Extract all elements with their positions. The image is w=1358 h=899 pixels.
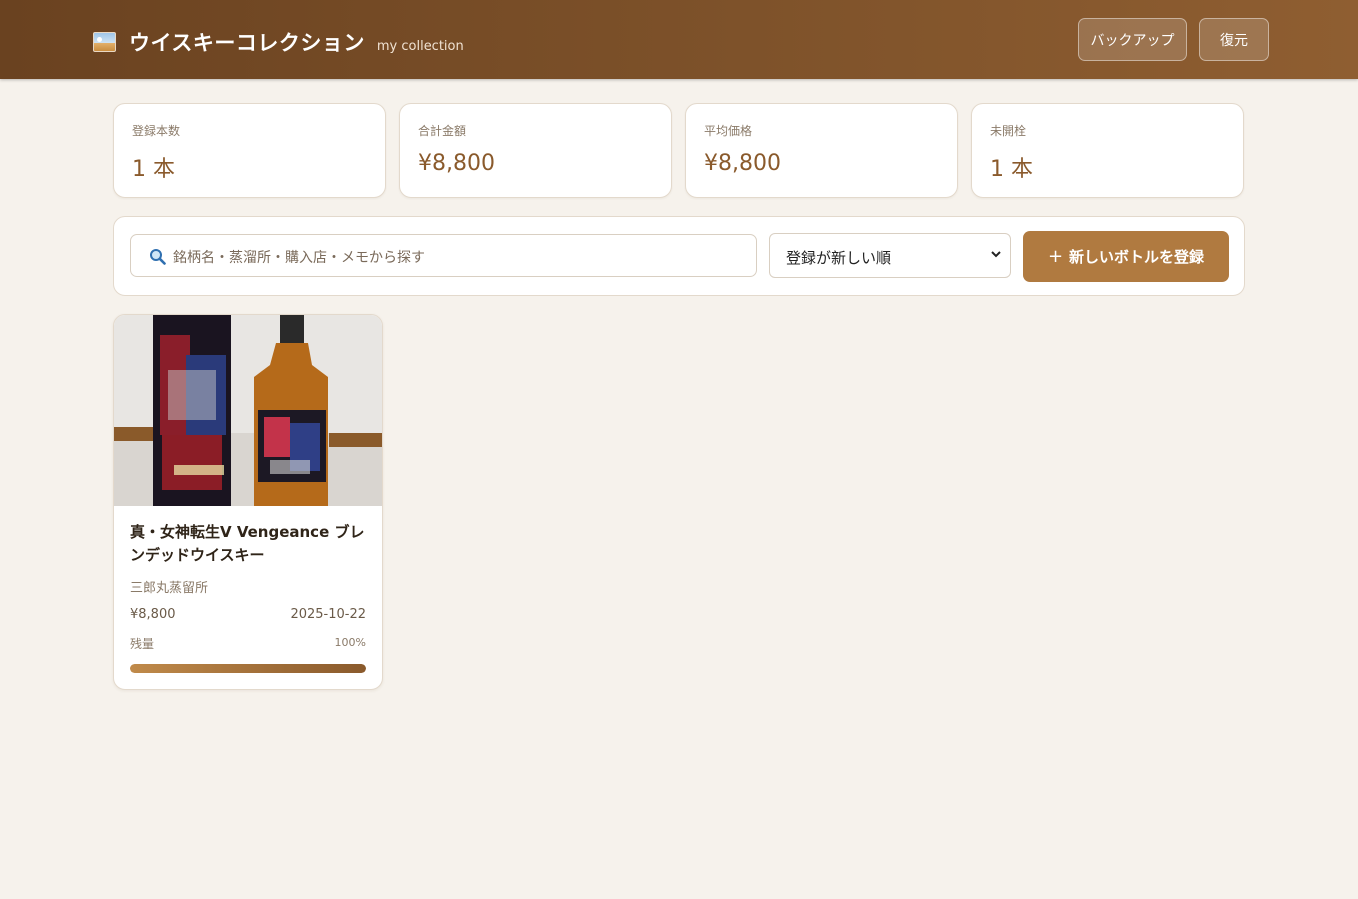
stat-card-count: 登録本数 1 本	[113, 103, 386, 198]
stat-label: 登録本数	[132, 124, 181, 138]
remaining-label: 残量	[130, 637, 155, 651]
whisky-photo-icon	[93, 32, 116, 52]
sort-select[interactable]: 登録が新しい順	[769, 233, 1011, 278]
app-title: ウイスキーコレクション	[129, 31, 365, 55]
sort-selected-value: 登録が新しい順	[786, 249, 892, 267]
search-icon	[150, 249, 166, 265]
backup-button[interactable]: バックアップ	[1078, 18, 1187, 61]
remaining-percent: 100%	[334, 636, 366, 649]
bottle-price: ¥8,800	[130, 607, 176, 622]
stat-value: 1 本	[132, 157, 175, 182]
bottle-card[interactable]: 真・女神転生V Vengeance ブレンデッドウイスキー 三郎丸蒸留所 ¥8,…	[113, 314, 383, 690]
brand: ウイスキーコレクション my collection	[93, 27, 464, 57]
app-subtitle: my collection	[376, 39, 464, 54]
add-bottle-label: 新しいボトルを登録	[1069, 248, 1205, 266]
stat-label: 平均価格	[704, 124, 753, 138]
remaining-bar-fill	[130, 664, 366, 673]
bottle-date: 2025-10-22	[290, 607, 366, 622]
restore-button[interactable]: 復元	[1199, 18, 1269, 61]
bottle-distillery: 三郎丸蒸留所	[130, 581, 209, 596]
search-placeholder: 銘柄名・蒸溜所・購入店・メモから探す	[173, 250, 425, 266]
bottle-name: 真・女神転生V Vengeance ブレンデッドウイスキー	[130, 523, 365, 564]
chevron-down-icon	[991, 251, 1001, 258]
toolbar: 銘柄名・蒸溜所・購入店・メモから探す 登録が新しい順 + 新しいボトルを登録	[113, 216, 1245, 296]
add-bottle-button[interactable]: + 新しいボトルを登録	[1023, 231, 1229, 282]
stat-label: 合計金額	[418, 124, 467, 138]
stat-value: ¥8,800	[704, 151, 781, 176]
stat-value: 1 本	[990, 157, 1033, 182]
search-input[interactable]: 銘柄名・蒸溜所・購入店・メモから探す	[130, 234, 757, 277]
stat-card-total: 合計金額 ¥8,800	[399, 103, 672, 198]
remaining-bar	[130, 664, 366, 673]
stat-label: 未開栓	[990, 124, 1027, 138]
stat-value: ¥8,800	[418, 151, 495, 176]
stat-card-unopened: 未開栓 1 本	[971, 103, 1244, 198]
plus-icon: +	[1047, 246, 1064, 267]
bottle-photo	[114, 315, 382, 506]
stat-card-average: 平均価格 ¥8,800	[685, 103, 958, 198]
app-header: ウイスキーコレクション my collection バックアップ 復元	[0, 0, 1358, 79]
